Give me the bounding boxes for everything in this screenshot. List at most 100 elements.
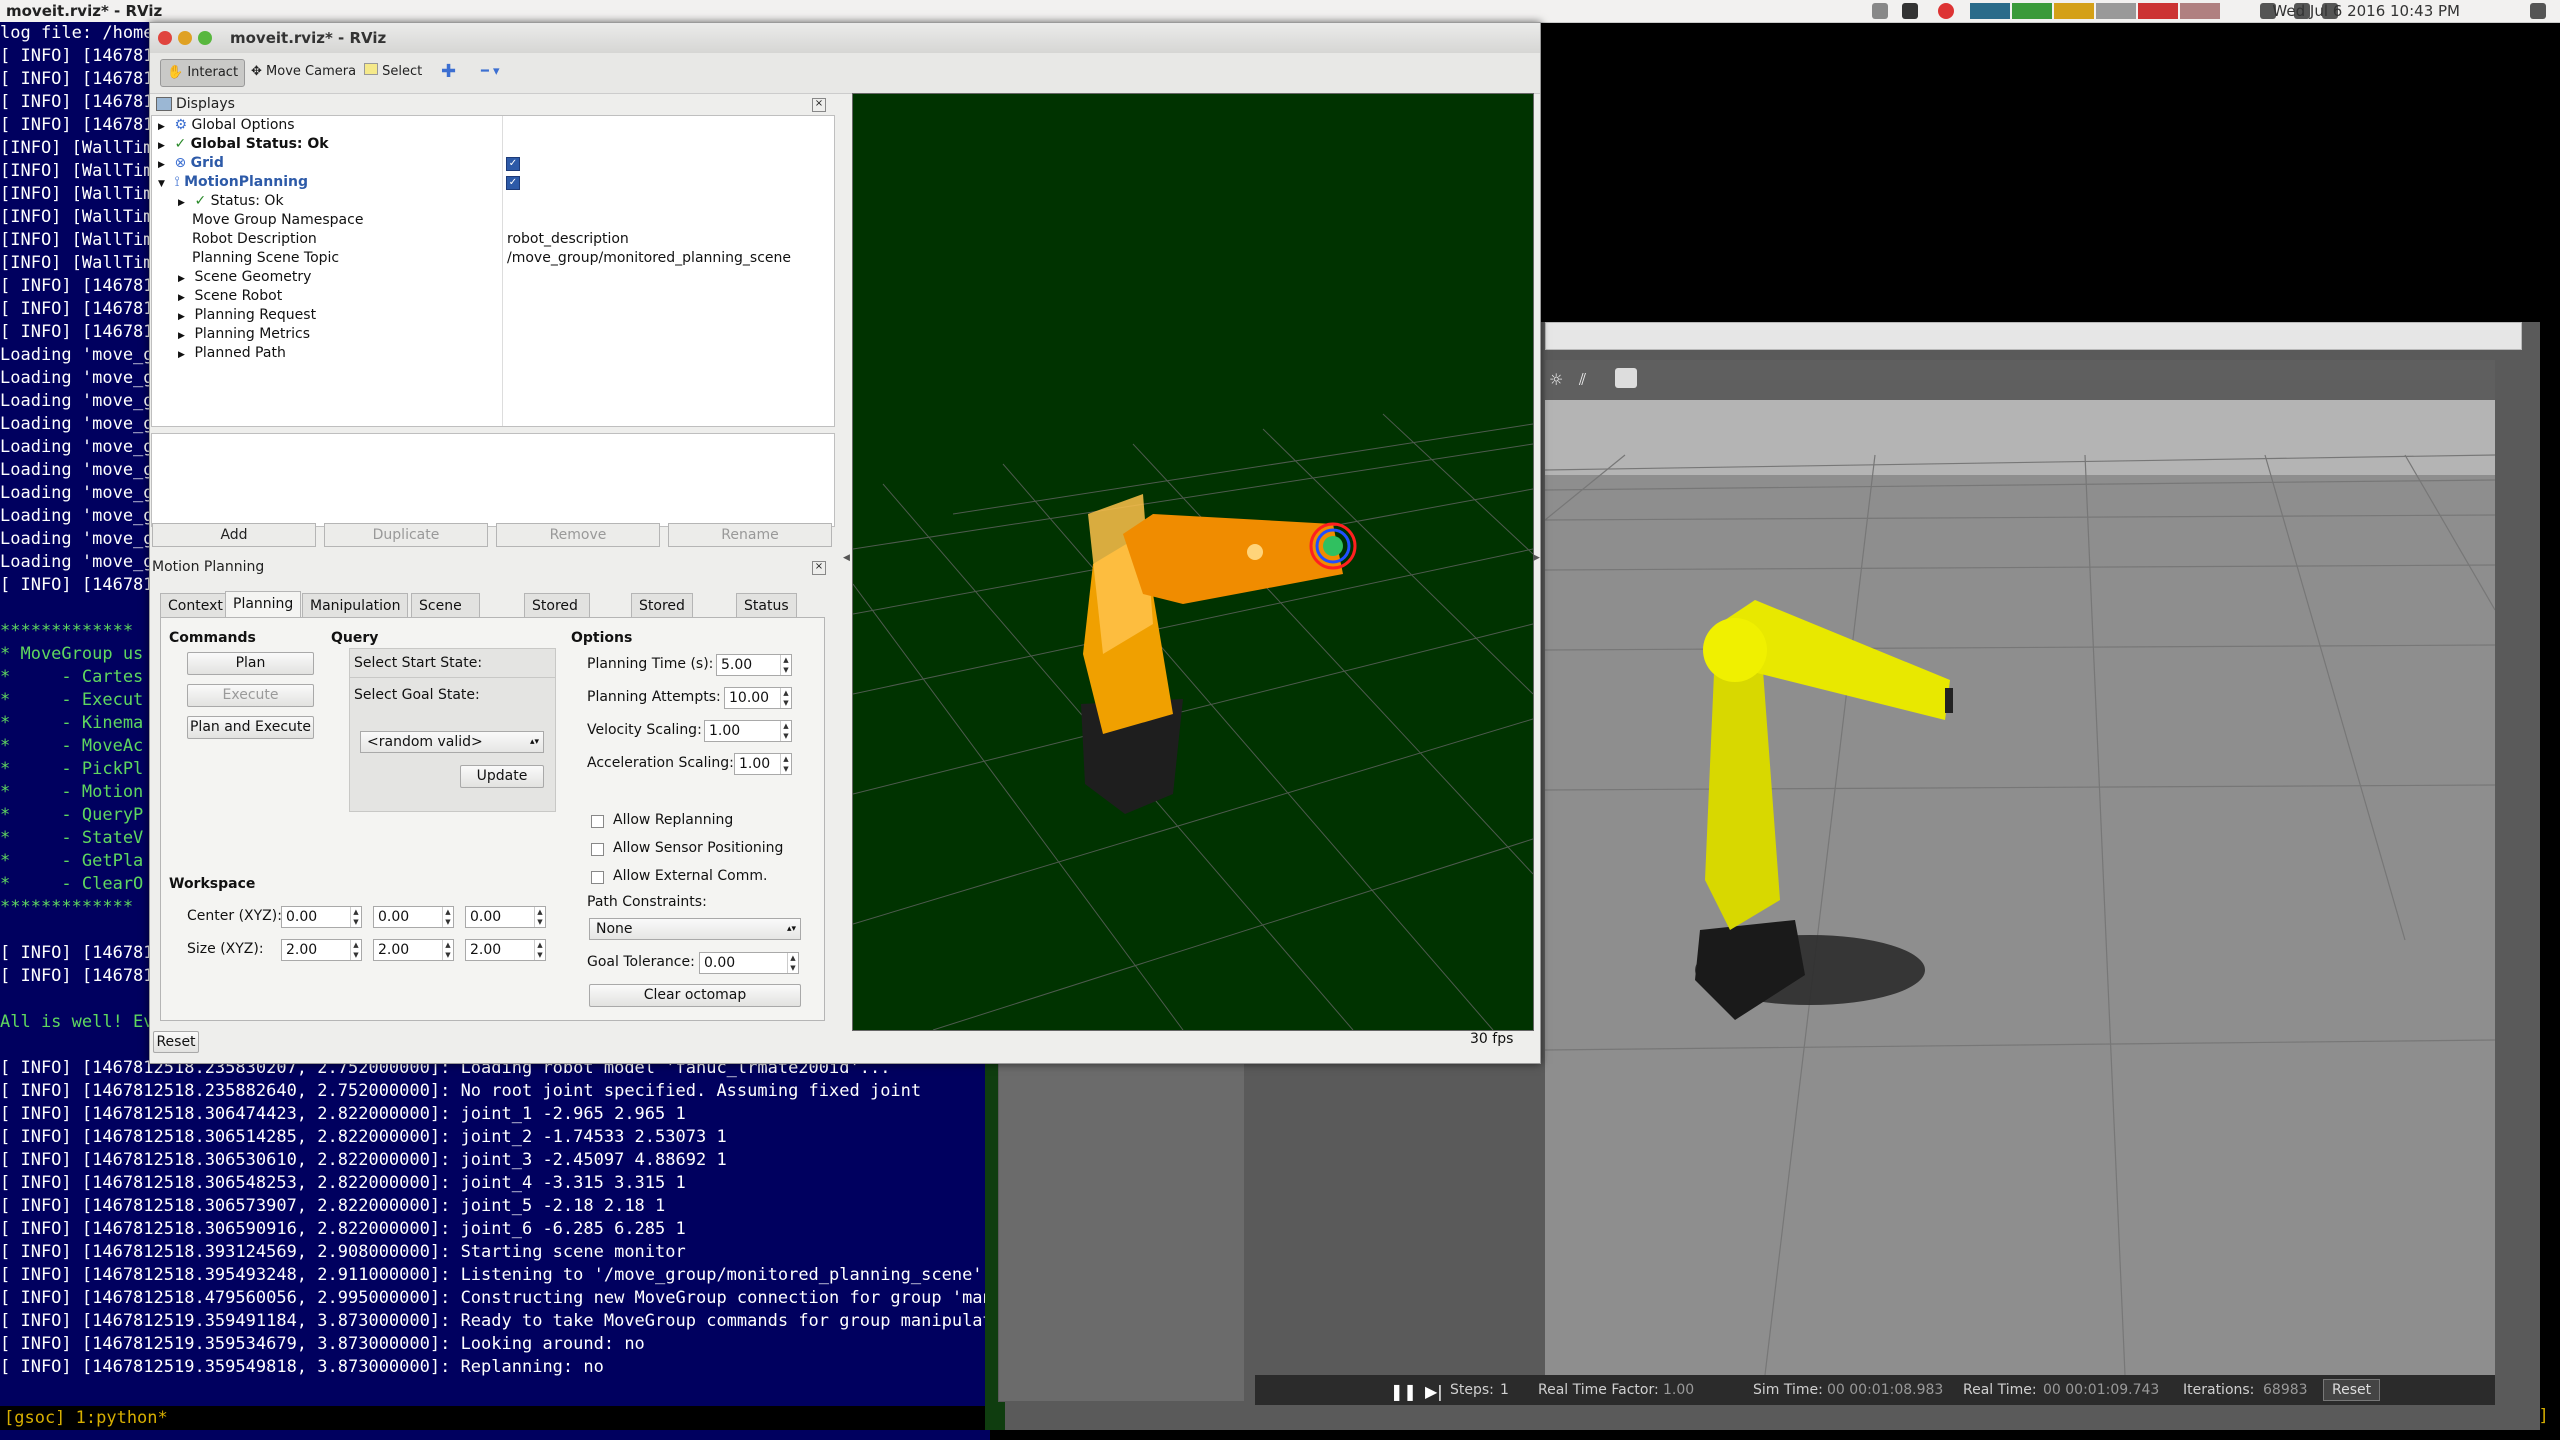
spin-arrows-icon[interactable]: ▲ ▼ <box>350 907 361 927</box>
update-button[interactable]: Update <box>460 765 544 788</box>
reset-button[interactable]: Reset <box>153 1031 199 1053</box>
spin-arrows-icon[interactable]: ▲ ▼ <box>780 721 791 741</box>
tab-manipulation[interactable]: Manipulation <box>302 593 409 618</box>
center-z-spinbox[interactable]: 0.00 ▲ ▼ <box>465 906 546 928</box>
allow-replanning-checkbox[interactable] <box>591 815 604 828</box>
tree-row-scene-robot[interactable]: ▶ Scene Robot <box>152 287 282 306</box>
step-icon[interactable]: ▶| <box>1425 1382 1443 1401</box>
tree-row-robot-description[interactable]: Robot Description <box>192 230 317 249</box>
center-x-spinbox[interactable]: 0.00 ▲ ▼ <box>281 906 362 928</box>
add-display-button[interactable]: Add <box>152 523 316 547</box>
close-panel-icon[interactable]: × <box>812 98 826 112</box>
displays-tree[interactable]: ▶ ⚙ Global Options ▶ ✓ Global Status: Ok… <box>151 115 835 427</box>
allow-sensor-positioning-checkbox[interactable] <box>591 843 604 856</box>
robot-description-value[interactable]: robot_description <box>507 230 629 249</box>
tab-planning[interactable]: Planning <box>225 591 302 618</box>
gazebo-3d-view[interactable] <box>1545 400 2495 1375</box>
select-tool[interactable]: Select <box>358 59 428 85</box>
collapse-left-icon[interactable]: ◀ <box>843 553 850 563</box>
tree-row-motionplanning[interactable]: ▼ ⟟ MotionPlanning ✓ <box>152 173 520 192</box>
plan-button[interactable]: Plan <box>187 652 314 675</box>
collapse-right-icon[interactable]: ▶ <box>1533 553 1540 563</box>
spin-arrows-icon[interactable]: ▲ ▼ <box>780 655 791 675</box>
allow-external-comm-label[interactable]: Allow External Comm. <box>613 868 767 884</box>
motionplanning-checkbox[interactable]: ✓ <box>506 176 520 190</box>
tab-stored-states[interactable]: Stored States <box>631 593 693 638</box>
tree-row-move-group-namespace[interactable]: Move Group Namespace <box>192 211 363 230</box>
size-z-spinbox[interactable]: 2.00 ▲ ▼ <box>465 939 546 961</box>
center-y-spinbox[interactable]: 0.00 ▲ ▼ <box>373 906 454 928</box>
plan-and-execute-button[interactable]: Plan and Execute <box>187 716 314 739</box>
tree-row-planning-scene-topic[interactable]: Planning Scene Topic <box>192 249 339 268</box>
interact-tool[interactable]: ✋ Interact <box>160 59 246 87</box>
interactive-marker-center[interactable] <box>1323 536 1343 556</box>
rename-display-button[interactable]: Rename <box>668 523 832 547</box>
gazebo-side-panel[interactable] <box>998 1060 1245 1402</box>
chrome-icon[interactable] <box>1938 3 1954 19</box>
expand-arrow-icon[interactable]: ▶ <box>178 194 190 213</box>
tree-row-status[interactable]: ▶ ✓ Status: Ok <box>152 192 284 211</box>
spin-arrows-icon[interactable]: ▲ ▼ <box>350 940 361 960</box>
gazebo-titlebar[interactable] <box>1545 322 2522 350</box>
rviz-titlebar[interactable]: moveit.rviz* - RViz <box>150 23 1540 53</box>
remove-tool-icon[interactable]: ━ ▾ <box>475 59 505 85</box>
duplicate-display-button[interactable]: Duplicate <box>324 523 488 547</box>
acceleration-scaling-spinbox[interactable]: 1.00 ▲ ▼ <box>734 753 792 775</box>
tree-row-planned-path[interactable]: ▶ Planned Path <box>152 344 286 363</box>
spin-arrows-icon[interactable]: ▲ ▼ <box>442 940 453 960</box>
select-start-state-label[interactable]: Select Start State: <box>354 655 482 671</box>
rviz-3d-view[interactable] <box>852 93 1534 1031</box>
spin-arrows-icon[interactable]: ▲ ▼ <box>534 907 545 927</box>
camera-icon[interactable] <box>1872 3 1888 19</box>
move-camera-tool[interactable]: ✥ Move Camera <box>245 59 362 85</box>
tree-row-planning-request[interactable]: ▶ Planning Request <box>152 306 316 325</box>
pause-icon[interactable]: ❚❚ <box>1390 1382 1417 1401</box>
remove-display-button[interactable]: Remove <box>496 523 660 547</box>
size-y-spinbox[interactable]: 2.00 ▲ ▼ <box>373 939 454 961</box>
spin-arrows-icon[interactable]: ▲ ▼ <box>780 754 791 774</box>
spin-arrows-icon[interactable]: ▲ ▼ <box>787 953 798 973</box>
select-goal-state-label[interactable]: Select Goal State: <box>354 687 480 703</box>
tree-row-planning-metrics[interactable]: ▶ Planning Metrics <box>152 325 310 344</box>
clear-octomap-button[interactable]: Clear octomap <box>589 984 801 1007</box>
tab-scene-objects[interactable]: Scene Objects <box>411 593 480 638</box>
spin-arrows-icon[interactable]: ▲ ▼ <box>780 688 791 708</box>
grid-checkbox[interactable]: ✓ <box>506 157 520 171</box>
minimize-icon[interactable] <box>178 31 192 45</box>
tab-status[interactable]: Status <box>736 593 797 618</box>
light-tool-icon[interactable]: ☼ <box>1549 370 1569 390</box>
dropbox-icon[interactable] <box>1902 3 1918 19</box>
clock[interactable]: Wed Jul 6 2016 10:43 PM <box>2272 2 2460 20</box>
tree-row-global-options[interactable]: ▶ ⚙ Global Options <box>152 116 295 135</box>
add-tool-icon[interactable]: ✚ <box>435 59 462 85</box>
planning-time-spinbox[interactable]: 5.00 ▲ ▼ <box>716 654 792 676</box>
gazebo-reset-button[interactable]: Reset <box>2323 1379 2381 1401</box>
spin-arrows-icon[interactable]: ▲ ▼ <box>442 907 453 927</box>
path-constraints-select[interactable]: None ▴▾ <box>589 918 801 940</box>
allow-external-comm-checkbox[interactable] <box>591 871 604 884</box>
steps-value[interactable]: 1 <box>1500 1382 1509 1398</box>
close-icon[interactable] <box>158 31 172 45</box>
tree-row-scene-geometry[interactable]: ▶ Scene Geometry <box>152 268 311 287</box>
spotlight-tool-icon[interactable]: ⫽ <box>1579 370 1599 390</box>
tree-row-grid[interactable]: ▶ ⊗ Grid ✓ <box>152 154 520 173</box>
allow-replanning-label[interactable]: Allow Replanning <box>613 812 733 828</box>
tree-row-global-status[interactable]: ▶ ✓ Global Status: Ok <box>152 135 329 154</box>
planning-attempts-spinbox[interactable]: 10.00 ▲ ▼ <box>724 687 792 709</box>
velocity-scaling-spinbox[interactable]: 1.00 ▲ ▼ <box>704 720 792 742</box>
close-panel-icon[interactable]: × <box>812 561 826 575</box>
camera-icon[interactable] <box>1615 368 1637 388</box>
allow-sensor-positioning-label[interactable]: Allow Sensor Positioning <box>613 840 783 856</box>
size-x-spinbox[interactable]: 2.00 ▲ ▼ <box>281 939 362 961</box>
maximize-icon[interactable] <box>198 31 212 45</box>
execute-button[interactable]: Execute <box>187 684 314 707</box>
center-z-value: 0.00 <box>470 909 502 925</box>
goal-tolerance-spinbox[interactable]: 0.00 ▲ ▼ <box>699 952 799 974</box>
expand-arrow-icon[interactable]: ▶ <box>178 346 190 365</box>
spin-arrows-icon[interactable]: ▲ ▼ <box>534 940 545 960</box>
planning-scene-topic-value[interactable]: /move_group/monitored_planning_scene <box>507 249 791 268</box>
gear-icon[interactable] <box>2530 3 2546 19</box>
tab-context[interactable]: Context <box>160 593 231 618</box>
tab-stored-scenes[interactable]: Stored Scenes <box>524 593 590 638</box>
goal-state-select[interactable]: <random valid> ▴▾ <box>360 731 544 753</box>
